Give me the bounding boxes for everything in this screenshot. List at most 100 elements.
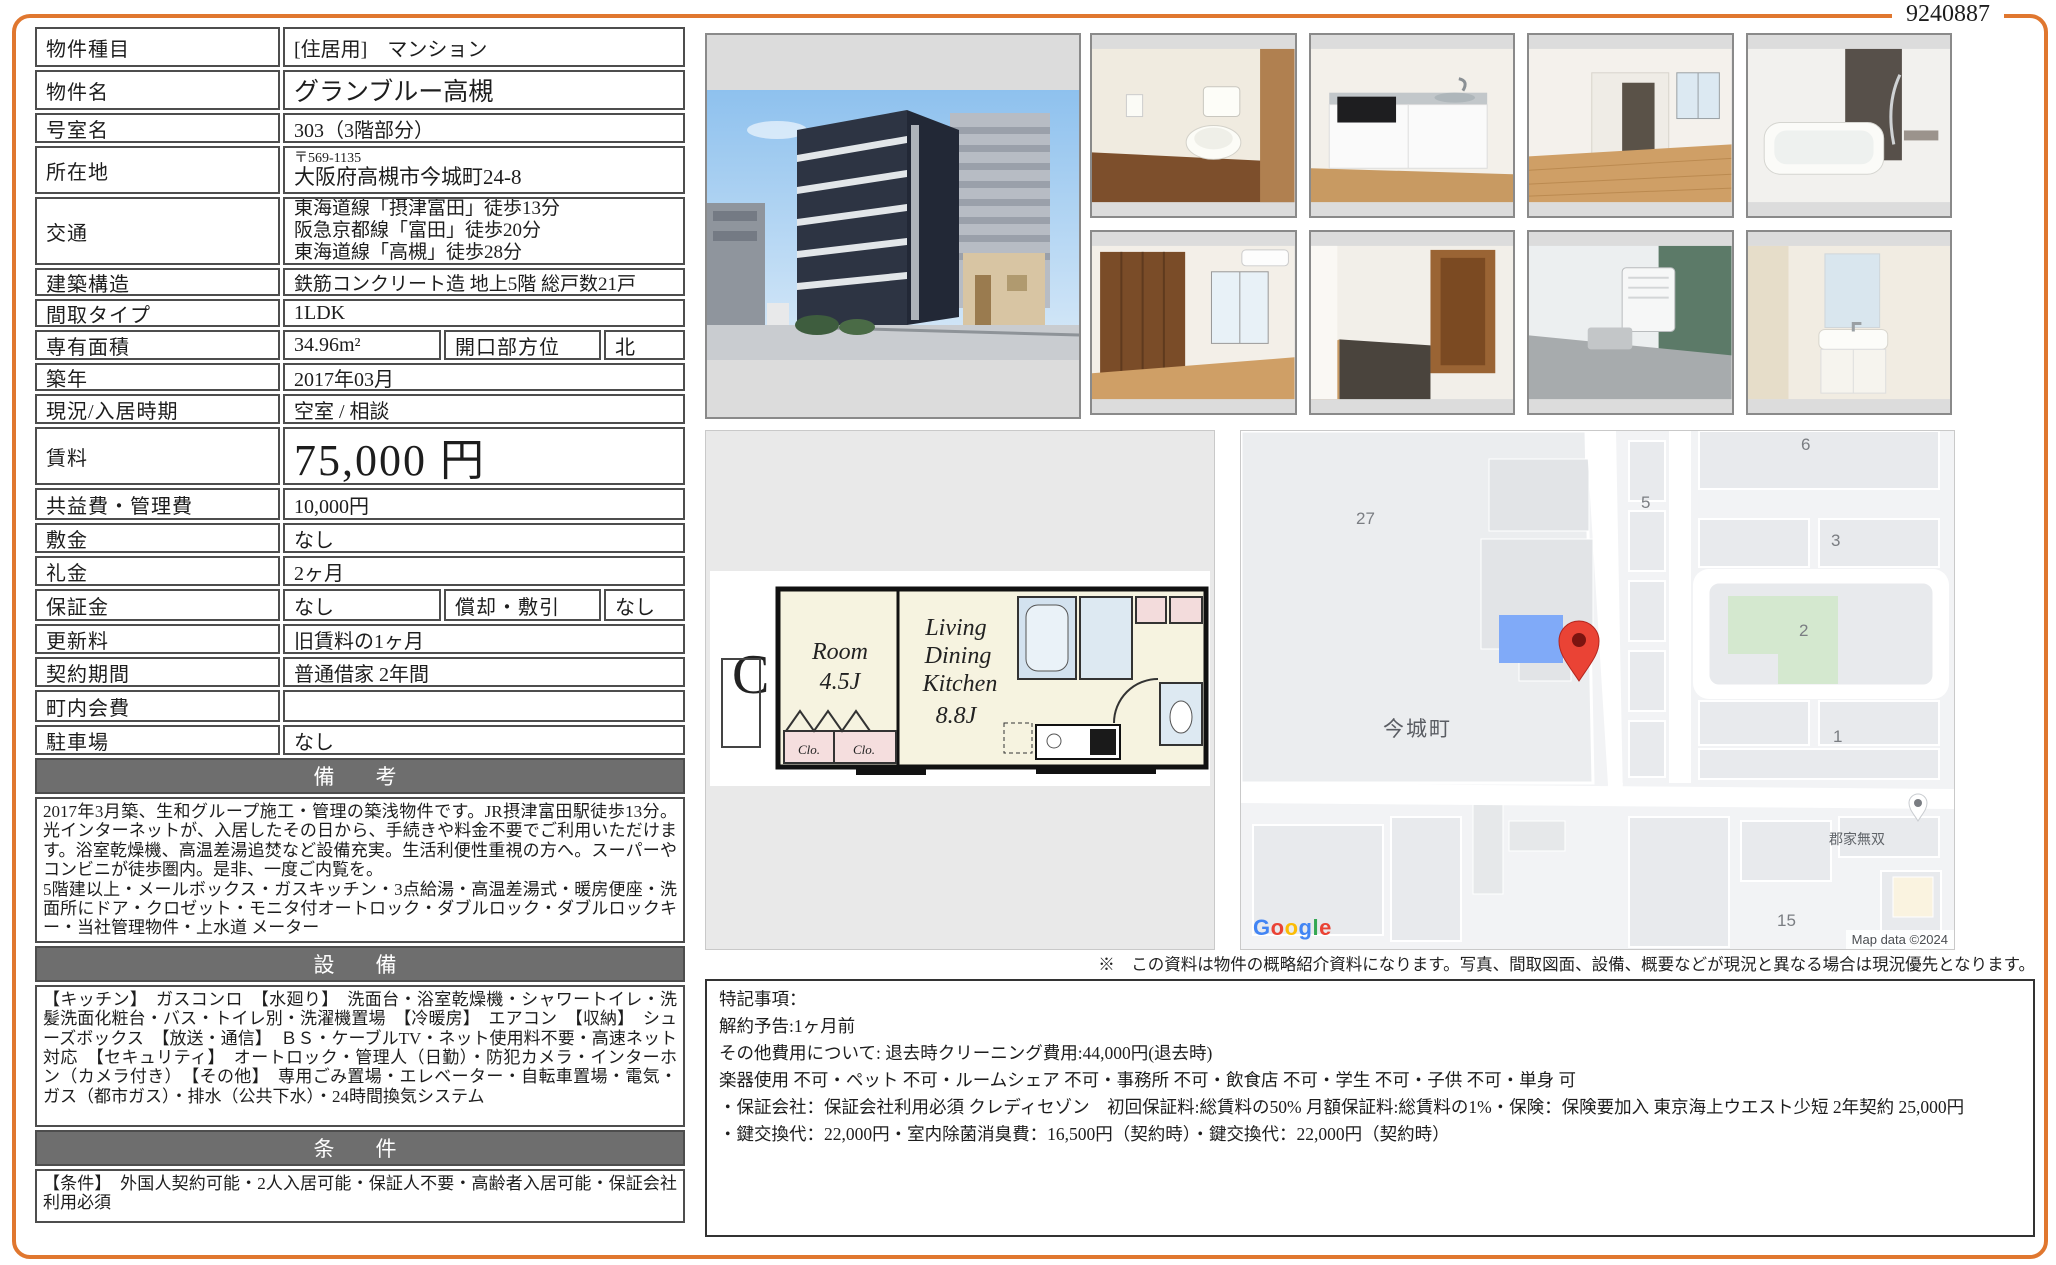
floor-plan-panel: C Room 4.5J Living Dining Kitchen 8.8J C…: [705, 430, 1215, 950]
closet-label-1: Clo.: [798, 742, 820, 757]
row-value: 34.96m²: [283, 330, 441, 360]
notes-line: ・保証会社：保証会社利用必須 クレディセゾン 初回保証料:総賃料の50% 月額保…: [719, 1094, 2021, 1121]
row-value: [283, 690, 685, 722]
row-value: 2017年03月: [283, 363, 685, 391]
table-row-structure: 建築構造 鉄筋コンクリート造 地上5階 総戸数21戸: [35, 268, 685, 296]
table-row-neighborhood-fee: 町内会費: [35, 690, 685, 722]
section-body-conditions: 【条件】 外国人契約可能・2人入居可能・保証人不要・高齢者入居可能・保証会社利用…: [35, 1169, 685, 1223]
balcony-illustration: [1529, 232, 1732, 413]
row-value: [住居用] マンション: [283, 27, 685, 67]
room-hallway-illustration: [1529, 35, 1732, 216]
row-label: 物件種目: [35, 27, 280, 67]
row-label: 保証金: [35, 589, 280, 621]
photo-bathroom: [1746, 33, 1953, 218]
section-header-conditions: 条 件: [35, 1130, 685, 1166]
map-attribution: Map data ©2024: [1846, 930, 1954, 949]
row-label: 共益費・管理費: [35, 488, 280, 520]
table-row-address: 所在地 〒569-1135 大阪府高槻市今城町24-8: [35, 146, 685, 194]
row-label: 現況/入居時期: [35, 394, 280, 424]
row-value: 303（3階部分）: [283, 113, 685, 143]
map-block-label: 3: [1831, 531, 1840, 551]
map-block-label: 27: [1356, 509, 1375, 529]
table-row-rent: 賃料 75,000 円: [35, 427, 685, 485]
document-number: 9240887: [1892, 1, 2004, 28]
section-body-remarks: 2017年3月築、生和グループ施工・管理の築浅物件です。JR摂津富田駅徒歩13分…: [35, 797, 685, 943]
row-label: 専有面積: [35, 330, 280, 360]
row-label-2: 償却・敷引: [444, 589, 601, 621]
property-table: 物件種目 [住居用] マンション 物件名 グランブルー高槻 号室名 303（3階…: [35, 27, 685, 1226]
row-value: 1LDK: [283, 299, 685, 327]
notes-line: 解約予告:1ヶ月前: [719, 1013, 2021, 1040]
map-block-label: 15: [1777, 911, 1796, 931]
map-graphics: [1241, 431, 1954, 949]
toilet-illustration: [1092, 35, 1295, 216]
table-row-floor-area: 専有面積 34.96m² 開口部方位 北: [35, 330, 685, 360]
ldk-label-3: Kitchen: [922, 671, 998, 697]
photo-washbasin: [1746, 230, 1953, 415]
rent-value: 75,000 円: [283, 427, 685, 485]
room-name-label: Room: [811, 639, 868, 665]
building-exterior-illustration: [707, 35, 1079, 417]
row-value: 旧賃料の1ヶ月: [283, 624, 685, 654]
map-block-label: 2: [1799, 621, 1808, 641]
table-row-renewal-fee: 更新料 旧賃料の1ヶ月: [35, 624, 685, 654]
table-row-key-money: 礼金 2ヶ月: [35, 556, 685, 586]
notes-line: ・鍵交換代：22,000円・室内除菌消臭費：16,500円（契約時）・鍵交換代：…: [719, 1121, 2021, 1148]
row-value: 鉄筋コンクリート造 地上5階 総戸数21戸: [283, 268, 685, 296]
row-label: 契約期間: [35, 657, 280, 687]
ldk-label-1: Living: [924, 615, 986, 641]
row-value: 10,000円: [283, 488, 685, 520]
row-label: 所在地: [35, 146, 280, 194]
photo-entrance: [1309, 230, 1516, 415]
row-label-2: 開口部方位: [444, 330, 601, 360]
row-value: なし: [283, 589, 441, 621]
row-label: 物件名: [35, 70, 280, 110]
table-row-parking: 駐車場 なし: [35, 725, 685, 755]
photo-building-exterior: [705, 33, 1081, 419]
notes-line: 楽器使用 不可・ペット 不可・ルームシェア 不可・事務所 不可・飲食店 不可・学…: [719, 1067, 2021, 1094]
row-label: 更新料: [35, 624, 280, 654]
section-header-equipment: 設 備: [35, 946, 685, 982]
row-label: 駐車場: [35, 725, 280, 755]
section-header-remarks: 備 考: [35, 758, 685, 794]
row-value: 普通借家 2年間: [283, 657, 685, 687]
row-label: 号室名: [35, 113, 280, 143]
table-row-deposit: 敷金 なし: [35, 523, 685, 553]
address: 大阪府高槻市今城町24-8: [294, 166, 522, 189]
row-label: 間取タイプ: [35, 299, 280, 327]
table-row-contract-period: 契約期間 普通借家 2年間: [35, 657, 685, 687]
row-value: 空室 / 相談: [283, 394, 685, 424]
table-row-property-name: 物件名 グランブルー高槻: [35, 70, 685, 110]
table-row-security-deposit: 保証金 なし 償却・敷引 なし: [35, 589, 685, 621]
section-body-equipment: 【キッチン】 ガスコンロ 【水廻り】 洗面台・浴室乾燥機・シャワートイレ・洗髪洗…: [35, 985, 685, 1127]
row-label: 交通: [35, 197, 280, 265]
map-block-label: 1: [1833, 727, 1842, 747]
google-logo: Google: [1253, 915, 1332, 941]
row-value: 〒569-1135 大阪府高槻市今城町24-8: [283, 146, 685, 194]
notes-line: 特記事項：: [719, 986, 2021, 1013]
table-row-room-number: 号室名 303（3階部分）: [35, 113, 685, 143]
row-value-2: 北: [604, 330, 685, 360]
row-label: 築年: [35, 363, 280, 391]
ldk-label-2: Dining: [924, 643, 992, 669]
row-value: なし: [283, 523, 685, 553]
photo-room-hallway: [1527, 33, 1734, 218]
disclaimer-text: ※ この資料は物件の概略紹介資料になります。写真、間取図面、設備、概要などが現況…: [1098, 951, 2035, 975]
bathroom-illustration: [1748, 35, 1951, 216]
floor-plan-drawing: C Room 4.5J Living Dining Kitchen 8.8J C…: [706, 431, 1214, 949]
photo-balcony: [1527, 230, 1734, 415]
table-row-occupancy: 現況/入居時期 空室 / 相談: [35, 394, 685, 424]
map-poi-label: 郡家無双: [1829, 829, 1885, 849]
map-block-label: 5: [1641, 493, 1650, 513]
notes-line: その他費用について: 退去時クリーニング費用:44,000円(退去時): [719, 1040, 2021, 1067]
floor-plan-type-label: C: [732, 644, 769, 706]
row-value: なし: [283, 725, 685, 755]
row-label: 賃料: [35, 427, 280, 485]
row-label: 敷金: [35, 523, 280, 553]
table-row-common-fee: 共益費・管理費 10,000円: [35, 488, 685, 520]
postal-code: 〒569-1135: [294, 151, 361, 166]
photo-kitchen: [1309, 33, 1516, 218]
row-value-2: なし: [604, 589, 685, 621]
row-label: 礼金: [35, 556, 280, 586]
washbasin-illustration: [1748, 232, 1951, 413]
